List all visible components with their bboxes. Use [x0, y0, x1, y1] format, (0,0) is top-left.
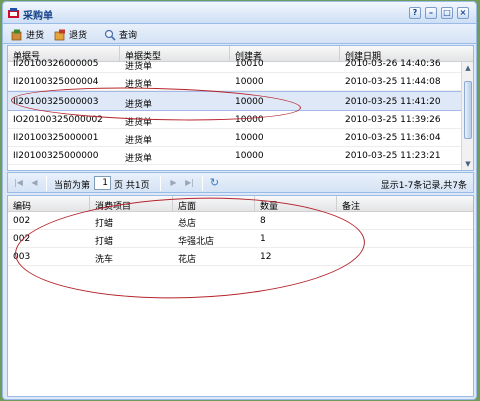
- window-app-icon: [8, 8, 19, 18]
- table-row[interactable]: 002 打蜡 华强北店 1: [8, 230, 473, 248]
- service-item-cell: 打蜡: [95, 237, 114, 247]
- return-label: 退货: [69, 31, 88, 41]
- order-id-cell: II20100325000003: [13, 97, 99, 107]
- scroll-down-arrow-icon[interactable]: ▼: [463, 159, 473, 169]
- stock-in-label: 进货: [26, 31, 45, 41]
- table-row[interactable]: II20100325000000 进货单 10000 2010-03-25 11…: [8, 147, 463, 165]
- detail-grid-header: 编码 消费项目 店面 数量 备注: [8, 196, 473, 212]
- toolbar: 进货 退货 查询: [3, 24, 476, 44]
- return-button[interactable]: 退货: [51, 27, 90, 42]
- window-title: 采购单: [23, 11, 53, 22]
- table-row[interactable]: II20100326000005 进货单 10010 2010-03-26 14…: [8, 59, 463, 73]
- creator-cell: 10010: [235, 59, 264, 69]
- order-type-cell: 进货单: [125, 100, 153, 110]
- pager-separator: [46, 176, 47, 191]
- column-header-store[interactable]: 店面: [173, 196, 255, 212]
- date-cell: 2010-03-25 11:41:20: [345, 97, 441, 107]
- code-cell: 002: [13, 216, 31, 226]
- creator-cell: 10000: [235, 115, 264, 125]
- store-cell: 华强北店: [178, 237, 215, 247]
- code-cell: 002: [13, 234, 31, 244]
- code-cell: 003: [13, 252, 31, 262]
- search-label: 查询: [119, 31, 138, 41]
- last-page-icon[interactable]: ▶|: [184, 177, 195, 188]
- table-row[interactable]: IO20100325000002 进货单 10000 2010-03-25 11…: [8, 111, 463, 129]
- pagination-bar: |◀ ◀ 当前为第 页 共1页 ▶ ▶| ↻ 显示1-7条记录,共7条: [7, 172, 474, 193]
- next-page-icon[interactable]: ▶: [168, 177, 179, 188]
- scrollbar-thumb[interactable]: [464, 81, 472, 139]
- store-cell: 花店: [178, 255, 197, 265]
- order-type-cell: 进货单: [125, 62, 153, 72]
- creator-cell: 10000: [235, 77, 264, 87]
- pager-separator: [160, 176, 161, 191]
- page-number-input[interactable]: [94, 176, 111, 190]
- quantity-cell: 1: [260, 234, 266, 244]
- close-button[interactable]: ×: [457, 7, 469, 19]
- vertical-scrollbar[interactable]: ▲ ▼: [461, 62, 473, 170]
- column-header-remarks[interactable]: 备注: [337, 196, 473, 212]
- search-button[interactable]: 查询: [101, 27, 140, 42]
- column-header-service-item[interactable]: 消费项目: [90, 196, 173, 212]
- quantity-cell: 12: [260, 252, 272, 262]
- table-row[interactable]: II20100325000004 进货单 10000 2010-03-25 11…: [8, 73, 463, 91]
- refresh-icon[interactable]: ↻: [209, 177, 220, 188]
- detail-grid: 编码 消费项目 店面 数量 备注 002 打蜡 总店 8 002 打蜡 华强北店…: [7, 195, 474, 397]
- date-cell: 2010-03-25 11:36:04: [345, 133, 441, 143]
- maximize-button[interactable]: □: [441, 7, 453, 19]
- return-icon: [54, 29, 65, 40]
- title-bar: 采购单 ? – □ ×: [3, 2, 476, 24]
- order-type-cell: 进货单: [125, 118, 153, 128]
- prev-page-icon[interactable]: ◀: [29, 177, 40, 188]
- minimize-button[interactable]: –: [425, 7, 437, 19]
- service-item-cell: 打蜡: [95, 219, 114, 229]
- stock-in-icon: [11, 29, 22, 40]
- order-id-cell: II20100326000005: [13, 59, 99, 69]
- order-id-cell: II20100325000001: [13, 133, 99, 143]
- order-type-cell: 进货单: [125, 80, 153, 90]
- column-header-code[interactable]: 编码: [8, 196, 90, 212]
- quantity-cell: 8: [260, 216, 266, 226]
- date-cell: 2010-03-25 11:44:08: [345, 77, 441, 87]
- current-page-label: 当前为第: [54, 181, 91, 191]
- stock-in-button[interactable]: 进货: [8, 27, 47, 42]
- total-pages-label: 页 共1页: [114, 181, 150, 191]
- table-row[interactable]: 002 打蜡 总店 8: [8, 212, 473, 230]
- order-type-cell: 进货单: [125, 136, 153, 146]
- order-id-cell: II20100325000004: [13, 77, 99, 87]
- order-id-cell: II20100325000000: [13, 151, 99, 161]
- record-count-status: 显示1-7条记录,共7条: [380, 181, 467, 191]
- table-row-selected[interactable]: II20100325000003 进货单 10000 2010-03-25 11…: [8, 91, 463, 111]
- pager-separator: [202, 176, 203, 191]
- date-cell: 2010-03-26 14:40:36: [345, 59, 441, 69]
- date-cell: 2010-03-25 11:39:26: [345, 115, 441, 125]
- search-icon: [104, 29, 116, 41]
- date-cell: 2010-03-25 11:23:21: [345, 151, 441, 161]
- order-type-cell: 进货单: [125, 154, 153, 164]
- first-page-icon[interactable]: |◀: [13, 177, 24, 188]
- scroll-up-arrow-icon[interactable]: ▲: [463, 63, 473, 73]
- creator-cell: 10000: [235, 133, 264, 143]
- table-row[interactable]: 003 洗车 花店 12: [8, 248, 473, 266]
- creator-cell: 10000: [235, 151, 264, 161]
- order-id-cell: IO20100325000002: [13, 115, 103, 125]
- column-header-quantity[interactable]: 数量: [255, 196, 337, 212]
- table-row[interactable]: II20100325000001 进货单 10000 2010-03-25 11…: [8, 129, 463, 147]
- service-item-cell: 洗车: [95, 255, 114, 265]
- help-button[interactable]: ?: [409, 7, 421, 19]
- store-cell: 总店: [178, 219, 197, 229]
- creator-cell: 10000: [235, 97, 264, 107]
- order-grid: 单据号 单据类型 创建者 创建日期 II20100326000005 进货单 1…: [7, 45, 474, 171]
- purchase-order-window: 采购单 ? – □ × 进货 退货 查询 单据号 单据类型 创建者 创建日期 I…: [2, 1, 477, 400]
